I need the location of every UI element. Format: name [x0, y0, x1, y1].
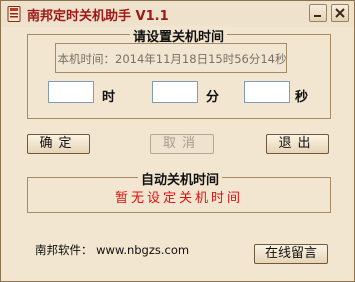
minimize-button[interactable] [309, 4, 327, 22]
current-time-text: 本机时间：2014年11月18日15时56分14秒 [56, 51, 288, 67]
cancel-button[interactable]: 取消 [150, 134, 214, 154]
auto-shutdown-legend: 自动关机时间 [138, 169, 223, 188]
footer-credit: 南邦软件： www.nbgzs.com [35, 242, 189, 258]
set-shutdown-group: 请设置关机时间 本机时间：2014年11月18日15时56分14秒 [27, 26, 331, 119]
minute-unit-label: 分 [206, 90, 220, 105]
title-bar[interactable]: 南邦定时关机助手 V1.1 [1, 1, 354, 27]
hour-unit-label: 时 [102, 90, 116, 105]
second-input[interactable] [244, 81, 290, 103]
app-window: 南邦定时关机助手 V1.1 请设置关机时间 本机时间：2014年11月18日15… [0, 0, 355, 282]
close-icon [335, 8, 345, 18]
minute-input[interactable] [152, 81, 198, 103]
close-button[interactable] [331, 4, 349, 22]
second-unit-label: 秒 [295, 90, 309, 105]
footer-label: 南邦软件： [35, 243, 93, 257]
current-time-label: 本机时间： [57, 52, 116, 66]
auto-shutdown-group: 自动关机时间 暂无设定关机时间 [27, 169, 331, 213]
exit-button[interactable]: 退出 [266, 134, 329, 154]
minimize-icon [314, 15, 321, 17]
confirm-button[interactable]: 确定 [27, 134, 90, 154]
online-message-button[interactable]: 在线留言 [254, 244, 328, 264]
current-time-box: 本机时间：2014年11月18日15时56分14秒 [55, 43, 287, 73]
hour-input[interactable] [48, 81, 94, 103]
auto-shutdown-status: 暂无设定关机时间 [114, 191, 243, 206]
current-time-value: 2014年11月18日15时56分14秒 [115, 52, 287, 66]
window-title: 南邦定时关机助手 V1.1 [27, 9, 169, 24]
app-icon [7, 6, 21, 22]
footer-url: www.nbgzs.com [96, 243, 190, 257]
